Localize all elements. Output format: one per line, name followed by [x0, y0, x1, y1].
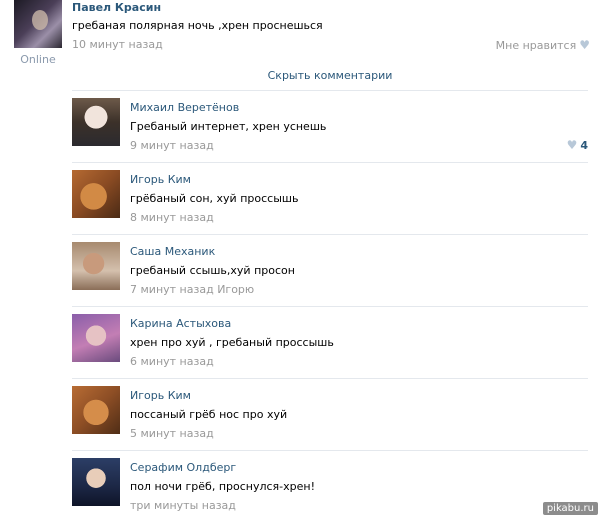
- comment-text: гребаный ссышь,хуй просон: [130, 264, 295, 277]
- comment-time[interactable]: 6 минут назад: [130, 355, 214, 368]
- hide-comments-link[interactable]: Скрыть комментарии: [0, 69, 604, 82]
- comments-list: Михаил Веретёнов Гребаный интернет, хрен…: [72, 90, 588, 522]
- comment-author[interactable]: Игорь Ким: [130, 173, 191, 186]
- comment-item: Карина Астыхова хрен про хуй , гребаный …: [72, 306, 588, 378]
- comment-time[interactable]: 7 минут назад: [130, 283, 214, 296]
- comment-avatar[interactable]: [72, 314, 120, 362]
- comment-avatar[interactable]: [72, 386, 120, 434]
- comment-author[interactable]: Карина Астыхова: [130, 317, 231, 330]
- comment-avatar[interactable]: [72, 242, 120, 290]
- watermark: pikabu.ru: [542, 502, 598, 515]
- comment-item: Михаил Веретёнов Гребаный интернет, хрен…: [72, 90, 588, 162]
- online-status: Online: [20, 53, 56, 66]
- post-like-label: Мне нравится: [495, 38, 577, 52]
- comment-avatar[interactable]: [72, 170, 120, 218]
- comment-time[interactable]: 5 минут назад: [130, 427, 214, 440]
- comment-time-row: 7 минут назад Игорю: [130, 283, 254, 296]
- post-like-button[interactable]: Мне нравится ♥: [496, 38, 590, 52]
- comment-time[interactable]: 9 минут назад: [130, 139, 214, 152]
- comment-author[interactable]: Серафим Олдберг: [130, 461, 236, 474]
- comment-text: хрен про хуй , гребаный проссышь: [130, 336, 334, 349]
- comment-text: грёбаный сон, хуй проссышь: [130, 192, 299, 205]
- post-text: гребаная полярная ночь ,хрен проснешься: [72, 19, 323, 32]
- comment-text: поссаный грёб нос про хуй: [130, 408, 288, 421]
- comment-item: Игорь Ким грёбаный сон, хуй проссышь 8 м…: [72, 162, 588, 234]
- heart-icon: ♥: [566, 138, 578, 152]
- comment-avatar[interactable]: [72, 458, 120, 506]
- comment-time[interactable]: 8 минут назад: [130, 211, 214, 224]
- comment-item: Серафим Олдберг пол ночи грёб, проснулся…: [72, 450, 588, 522]
- comment-like-button[interactable]: ♥ 4: [567, 138, 588, 152]
- comment-author[interactable]: Игорь Ким: [130, 389, 191, 402]
- comment-reply-to[interactable]: Игорю: [217, 283, 254, 296]
- comment-text: пол ночи грёб, проснулся-хрен!: [130, 480, 316, 493]
- comment-item: Игорь Ким поссаный грёб нос про хуй 5 ми…: [72, 378, 588, 450]
- post-author-avatar[interactable]: [14, 0, 62, 48]
- post: Online Павел Красин гребаная полярная но…: [0, 0, 604, 70]
- comment-author[interactable]: Михаил Веретёнов: [130, 101, 239, 114]
- heart-icon: ♥: [579, 38, 590, 52]
- comment-author[interactable]: Саша Механик: [130, 245, 215, 258]
- comment-avatar[interactable]: [72, 98, 120, 146]
- comment-like-count: 4: [580, 138, 588, 152]
- comment-item: Саша Механик гребаный ссышь,хуй просон 7…: [72, 234, 588, 306]
- comment-time[interactable]: три минуты назад: [130, 499, 236, 512]
- post-time[interactable]: 10 минут назад: [72, 38, 163, 51]
- post-author-name[interactable]: Павел Красин: [72, 1, 161, 14]
- comment-text: Гребаный интернет, хрен уснешь: [130, 120, 327, 133]
